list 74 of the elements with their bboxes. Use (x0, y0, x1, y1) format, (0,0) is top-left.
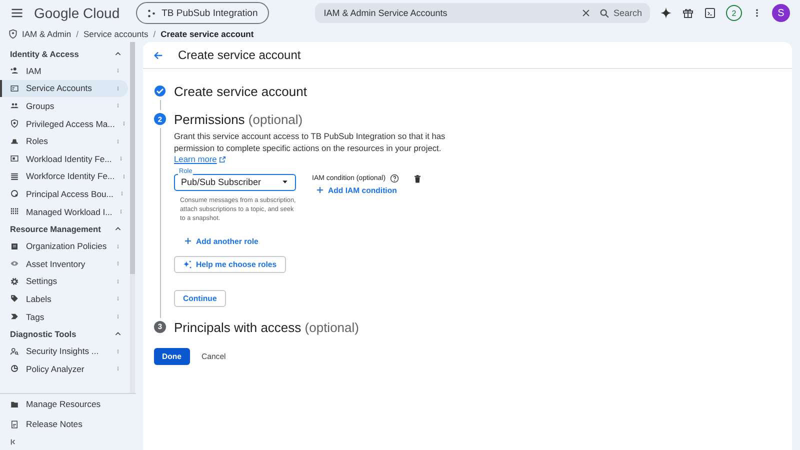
breadcrumb-link[interactable]: Service accounts (84, 29, 148, 39)
project-picker[interactable]: TB PubSub Integration (136, 2, 269, 24)
plus-icon (316, 186, 324, 194)
section-header[interactable]: Resource Management (0, 220, 130, 238)
sidebar-item[interactable]: Tags (0, 308, 128, 326)
sidebar-link[interactable]: Release Notes (0, 414, 134, 434)
sidebar-item[interactable]: Organization Policies (0, 237, 128, 255)
sidebar-item[interactable]: Groups (0, 97, 128, 115)
gear-icon (10, 276, 19, 286)
shield-icon (8, 29, 18, 39)
sidebar-item[interactable]: Settings (0, 272, 128, 290)
eye-icon (10, 259, 19, 268)
back-arrow-icon[interactable] (153, 50, 164, 60)
breadcrumb-current: Create service account (160, 29, 254, 39)
search-field[interactable]: IAM & Admin Service Accounts Search (314, 3, 650, 23)
sidebar-item[interactable]: Privileged Access Ma... (0, 114, 128, 132)
section-header[interactable]: Diagnostic Tools (0, 325, 130, 342)
search-icon (599, 8, 610, 18)
check-circle-icon (154, 85, 166, 97)
person-icon (10, 66, 19, 76)
sidebar-link[interactable]: Manage Resources (0, 394, 134, 414)
circle-icon (10, 189, 19, 198)
dropdown-caret-icon (281, 178, 289, 186)
list-icon (10, 172, 19, 181)
sidebar-item[interactable]: Policy Analyzer (0, 360, 128, 378)
shield-icon (10, 119, 19, 128)
step-title: Create service account (174, 85, 308, 99)
help-icon[interactable] (390, 174, 399, 182)
product-logo[interactable]: Google Cloud (34, 5, 120, 21)
learn-more-link[interactable]: Learn more (174, 154, 226, 166)
sidebar-item[interactable]: Service Accounts (0, 80, 128, 98)
avatar[interactable]: S (772, 4, 790, 22)
grid-icon (10, 207, 19, 216)
sidebar-item[interactable]: IAM (0, 62, 128, 80)
person-search-icon (10, 346, 19, 356)
external-link-icon (218, 156, 226, 164)
sidebar-item[interactable]: Managed Workload I... (0, 202, 128, 220)
chart-icon (10, 364, 19, 374)
group-icon (10, 101, 19, 110)
sidebar-item[interactable]: Asset Inventory (0, 254, 128, 273)
hat-icon (10, 136, 19, 146)
sidebar-item[interactable]: Workload Identity Fe... (0, 150, 128, 168)
sidebar-item[interactable]: Workforce Identity Fe... (0, 168, 128, 186)
menu-icon[interactable] (10, 6, 24, 20)
gift-icon[interactable] (682, 7, 694, 19)
notification-count[interactable]: 2 (726, 5, 742, 21)
document-icon (10, 420, 19, 428)
trash-icon[interactable] (412, 174, 422, 184)
id-card-icon (10, 84, 19, 93)
step-title: Principals with access (optional) (174, 320, 360, 334)
breadcrumb-separator: / (75, 29, 80, 39)
plus-icon (184, 237, 192, 245)
terminal-icon[interactable] (704, 7, 716, 19)
sidebar-item[interactable]: Security Insights ... (0, 342, 128, 360)
folder-icon (10, 400, 19, 408)
breadcrumb-separator: / (152, 29, 157, 39)
document-icon (10, 242, 19, 251)
nodes-icon (146, 8, 156, 18)
section-header[interactable]: Identity & Access (0, 45, 130, 62)
tag-icon (10, 294, 19, 304)
sidebar-item[interactable]: Principal Access Bou... (0, 185, 128, 203)
sidebar-item[interactable]: Roles (0, 132, 128, 150)
breadcrumb-link[interactable]: IAM & Admin (22, 29, 72, 39)
tag-icon (10, 312, 19, 322)
sidebar-item[interactable]: Labels (0, 290, 128, 308)
card-icon (10, 154, 19, 164)
search-button[interactable]: Search (599, 8, 642, 18)
sparkle-icon (183, 260, 192, 268)
page-title: Create service account (178, 48, 301, 62)
sparkle-icon[interactable] (660, 7, 672, 19)
step-title: Permissions (optional) (174, 113, 304, 127)
step-description: Grant this service account access to TB PubSub Integration so that it has permission to complete specific actions on the resources in your project. Learn more (174, 131, 446, 166)
collapse-icon[interactable] (10, 438, 18, 446)
close-icon[interactable] (581, 8, 592, 18)
